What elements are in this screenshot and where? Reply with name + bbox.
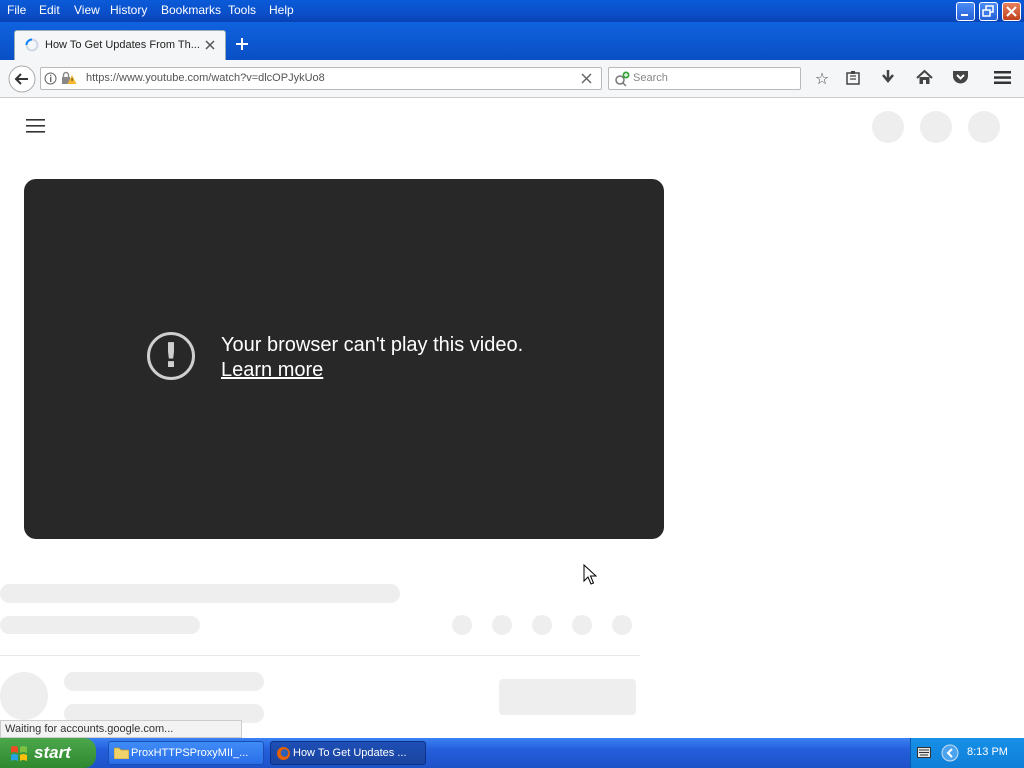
clear-url-icon[interactable] — [581, 73, 592, 84]
download-icon[interactable] — [880, 69, 896, 86]
url-text[interactable]: https://www.youtube.com/watch?v=dlcOPJyk… — [86, 72, 325, 84]
keyboard-icon[interactable] — [917, 747, 931, 758]
title-placeholder — [0, 584, 400, 603]
windows-logo-icon — [11, 746, 27, 761]
close-window-button[interactable] — [1002, 2, 1021, 21]
exclamation-icon: ! — [147, 332, 195, 380]
minimize-button[interactable] — [956, 2, 975, 21]
taskbar-item-folder[interactable]: ProxHTTPSProxyMII_... — [108, 741, 264, 765]
library-icon[interactable] — [845, 70, 861, 86]
search-placeholder: Search — [633, 72, 668, 84]
clock: 8:13 PM — [967, 746, 1008, 758]
firefox-icon — [277, 747, 290, 760]
menu-file[interactable]: File — [7, 3, 26, 17]
menu-tools[interactable]: Tools — [228, 3, 256, 17]
avatar-placeholder — [872, 111, 904, 143]
tray-expand-icon[interactable] — [941, 744, 959, 762]
menu-bar: File Edit View History Bookmarks Tools H… — [0, 0, 1024, 22]
subtitle-placeholder — [0, 616, 200, 634]
taskbar-item-label: How To Get Updates ... — [293, 747, 407, 759]
error-message: Your browser can't play this video. — [221, 334, 524, 356]
action-placeholder — [452, 615, 472, 635]
restore-icon — [982, 5, 994, 17]
close-icon — [1006, 6, 1017, 17]
status-text: Waiting for accounts.google.com... — [5, 723, 174, 735]
menu-view[interactable]: View — [74, 3, 100, 17]
channel-avatar-placeholder — [0, 672, 48, 720]
action-placeholder — [612, 615, 632, 635]
restore-button[interactable] — [979, 2, 998, 21]
tab-close-icon[interactable] — [205, 40, 215, 50]
subscribe-placeholder — [499, 679, 636, 715]
loading-spinner-icon — [25, 38, 39, 52]
avatar-placeholder — [920, 111, 952, 143]
new-tab-icon[interactable] — [235, 37, 249, 51]
menu-edit[interactable]: Edit — [39, 3, 60, 17]
home-icon[interactable] — [916, 69, 933, 86]
video-player[interactable]: ! Your browser can't play this video. Le… — [24, 179, 664, 539]
hamburger-menu-icon[interactable] — [994, 70, 1011, 85]
channel-name-placeholder — [64, 672, 264, 691]
pocket-icon[interactable] — [952, 69, 969, 85]
system-tray: 8:13 PM — [910, 738, 1024, 768]
page-menu-icon[interactable] — [26, 117, 46, 135]
search-bar[interactable]: Search — [608, 67, 801, 90]
search-icon — [615, 71, 630, 87]
start-label: start — [34, 743, 71, 762]
action-placeholder — [532, 615, 552, 635]
back-arrow-icon[interactable] — [7, 64, 37, 94]
taskbar-item-label: ProxHTTPSProxyMII_... — [131, 747, 249, 759]
learn-more-link[interactable]: Learn more — [221, 359, 323, 382]
avatar-placeholder — [968, 111, 1000, 143]
url-bar[interactable]: https://www.youtube.com/watch?v=dlcOPJyk… — [40, 67, 602, 90]
divider — [0, 655, 640, 656]
tab-active[interactable]: How To Get Updates From Th... — [14, 30, 226, 60]
menu-history[interactable]: History — [110, 3, 147, 17]
bookmark-star-icon[interactable]: ☆ — [811, 68, 833, 90]
action-placeholder — [492, 615, 512, 635]
status-bar: Waiting for accounts.google.com... — [0, 720, 242, 738]
menu-bookmarks[interactable]: Bookmarks — [161, 3, 221, 17]
menu-help[interactable]: Help — [269, 3, 294, 17]
info-icon[interactable] — [44, 72, 57, 85]
tab-title: How To Get Updates From Th... — [45, 39, 200, 51]
start-button[interactable]: start — [0, 738, 96, 768]
lock-warning-icon[interactable] — [61, 71, 77, 86]
minimize-icon — [961, 14, 968, 16]
folder-icon — [114, 747, 129, 759]
action-placeholder — [572, 615, 592, 635]
taskbar-item-firefox[interactable]: How To Get Updates ... — [270, 741, 426, 765]
mouse-cursor-icon — [583, 564, 597, 585]
